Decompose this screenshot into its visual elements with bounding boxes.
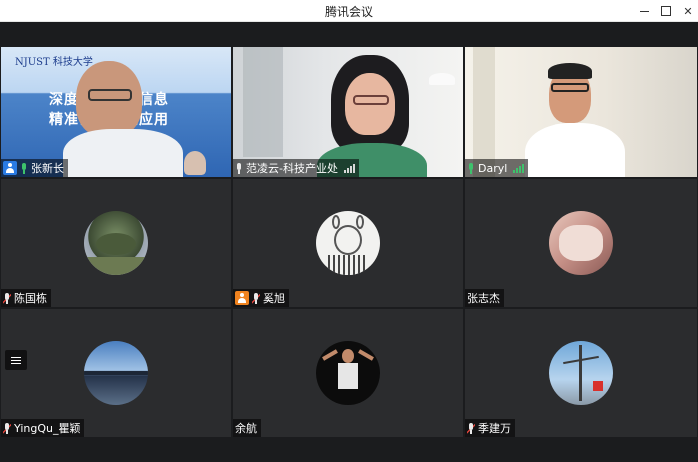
maximize-button[interactable] xyxy=(654,1,678,21)
avatar xyxy=(316,341,380,405)
avatar xyxy=(84,211,148,275)
mic-muted-icon xyxy=(467,422,475,434)
glasses-icon xyxy=(88,89,132,101)
camera-video xyxy=(465,47,697,177)
sketch-body xyxy=(328,255,368,275)
lamp-icon xyxy=(429,73,455,85)
horizon-shape xyxy=(84,371,148,375)
video-grid: NJUST 科技大学 深度学习空间信息 精准识别研究应用 张新长 范凌云-科技产… xyxy=(0,22,698,462)
glasses-icon xyxy=(551,83,589,92)
mic-on-icon xyxy=(235,162,243,174)
mic-muted-icon xyxy=(252,292,260,304)
participant-tile[interactable]: 季建万 xyxy=(465,309,697,437)
name-bar: 奚旭 xyxy=(233,289,289,307)
participant-name: 陈国栋 xyxy=(14,292,47,305)
participant-tile[interactable]: YingQu_瞿颖 xyxy=(1,309,231,437)
minimize-button[interactable] xyxy=(632,1,656,21)
participant-tile[interactable]: Daryl xyxy=(465,47,697,177)
sketch-face xyxy=(334,225,362,255)
mic-on-icon xyxy=(20,162,28,174)
participant-name: 张志杰 xyxy=(467,292,500,305)
person-hair xyxy=(548,63,592,79)
participant-tile[interactable]: 陈国栋 xyxy=(1,179,231,307)
participant-tile[interactable]: NJUST 科技大学 深度学习空间信息 精准识别研究应用 张新长 xyxy=(1,47,231,177)
avatar xyxy=(316,211,380,275)
mic-muted-icon xyxy=(3,292,11,304)
athlete-arm xyxy=(322,349,338,361)
person-shirt xyxy=(63,129,183,177)
ground-shape xyxy=(84,257,148,275)
participant-name: 余航 xyxy=(235,422,257,435)
wall-panel xyxy=(473,47,495,177)
name-bar: 陈国栋 xyxy=(1,289,51,307)
name-bar: Daryl xyxy=(465,159,529,177)
host-user-icon xyxy=(3,161,17,175)
sketch-ear xyxy=(332,215,340,229)
participant-tile[interactable]: 范凌云-科技产业处 xyxy=(233,47,463,177)
photo-shape xyxy=(559,225,603,261)
camera-video xyxy=(233,47,463,177)
shared-slide-video: NJUST 科技大学 深度学习空间信息 精准识别研究应用 xyxy=(1,47,231,177)
mic-on-icon xyxy=(467,162,475,174)
participant-tile[interactable]: 奚旭 xyxy=(233,179,463,307)
name-bar: 张志杰 xyxy=(465,289,504,307)
name-bar: YingQu_瞿颖 xyxy=(1,419,85,437)
tree-shape xyxy=(96,233,136,255)
cohost-user-icon xyxy=(235,291,249,305)
mic-muted-icon xyxy=(3,422,11,434)
avatar xyxy=(549,211,613,275)
avatar xyxy=(84,341,148,405)
participant-name: 张新长 xyxy=(31,162,64,175)
avatar xyxy=(549,341,613,405)
name-bar: 范凌云-科技产业处 xyxy=(233,159,359,177)
glasses-icon xyxy=(353,95,389,105)
athlete-arm xyxy=(358,349,374,361)
sketch-ear xyxy=(356,215,364,229)
speaker-inset-photo xyxy=(184,151,206,175)
participant-name: YingQu_瞿颖 xyxy=(14,422,81,435)
close-button[interactable] xyxy=(676,1,698,21)
participant-name: 范凌云-科技产业处 xyxy=(246,162,338,175)
slide-header: NJUST 科技大学 xyxy=(15,57,93,68)
person-shirt xyxy=(525,123,625,177)
participant-name: 季建万 xyxy=(478,422,511,435)
name-bar: 余航 xyxy=(233,419,261,437)
name-bar: 季建万 xyxy=(465,419,515,437)
title-bar: 腾讯会议 xyxy=(0,0,698,22)
window-frame xyxy=(243,47,283,157)
flag-shape xyxy=(593,381,603,391)
participant-name: 奚旭 xyxy=(263,292,285,305)
window-title: 腾讯会议 xyxy=(324,5,373,19)
athlete-jersey xyxy=(338,363,358,389)
participant-tile[interactable]: 余航 xyxy=(233,309,463,437)
pole-shape xyxy=(579,345,582,401)
athlete-head xyxy=(342,349,354,363)
participant-tile[interactable]: 张志杰 xyxy=(465,179,697,307)
participant-list-button[interactable] xyxy=(5,350,27,370)
name-bar: 张新长 xyxy=(1,159,68,177)
signal-strength-icon xyxy=(513,163,525,173)
participant-name: Daryl xyxy=(478,161,508,175)
signal-strength-icon xyxy=(343,163,355,173)
